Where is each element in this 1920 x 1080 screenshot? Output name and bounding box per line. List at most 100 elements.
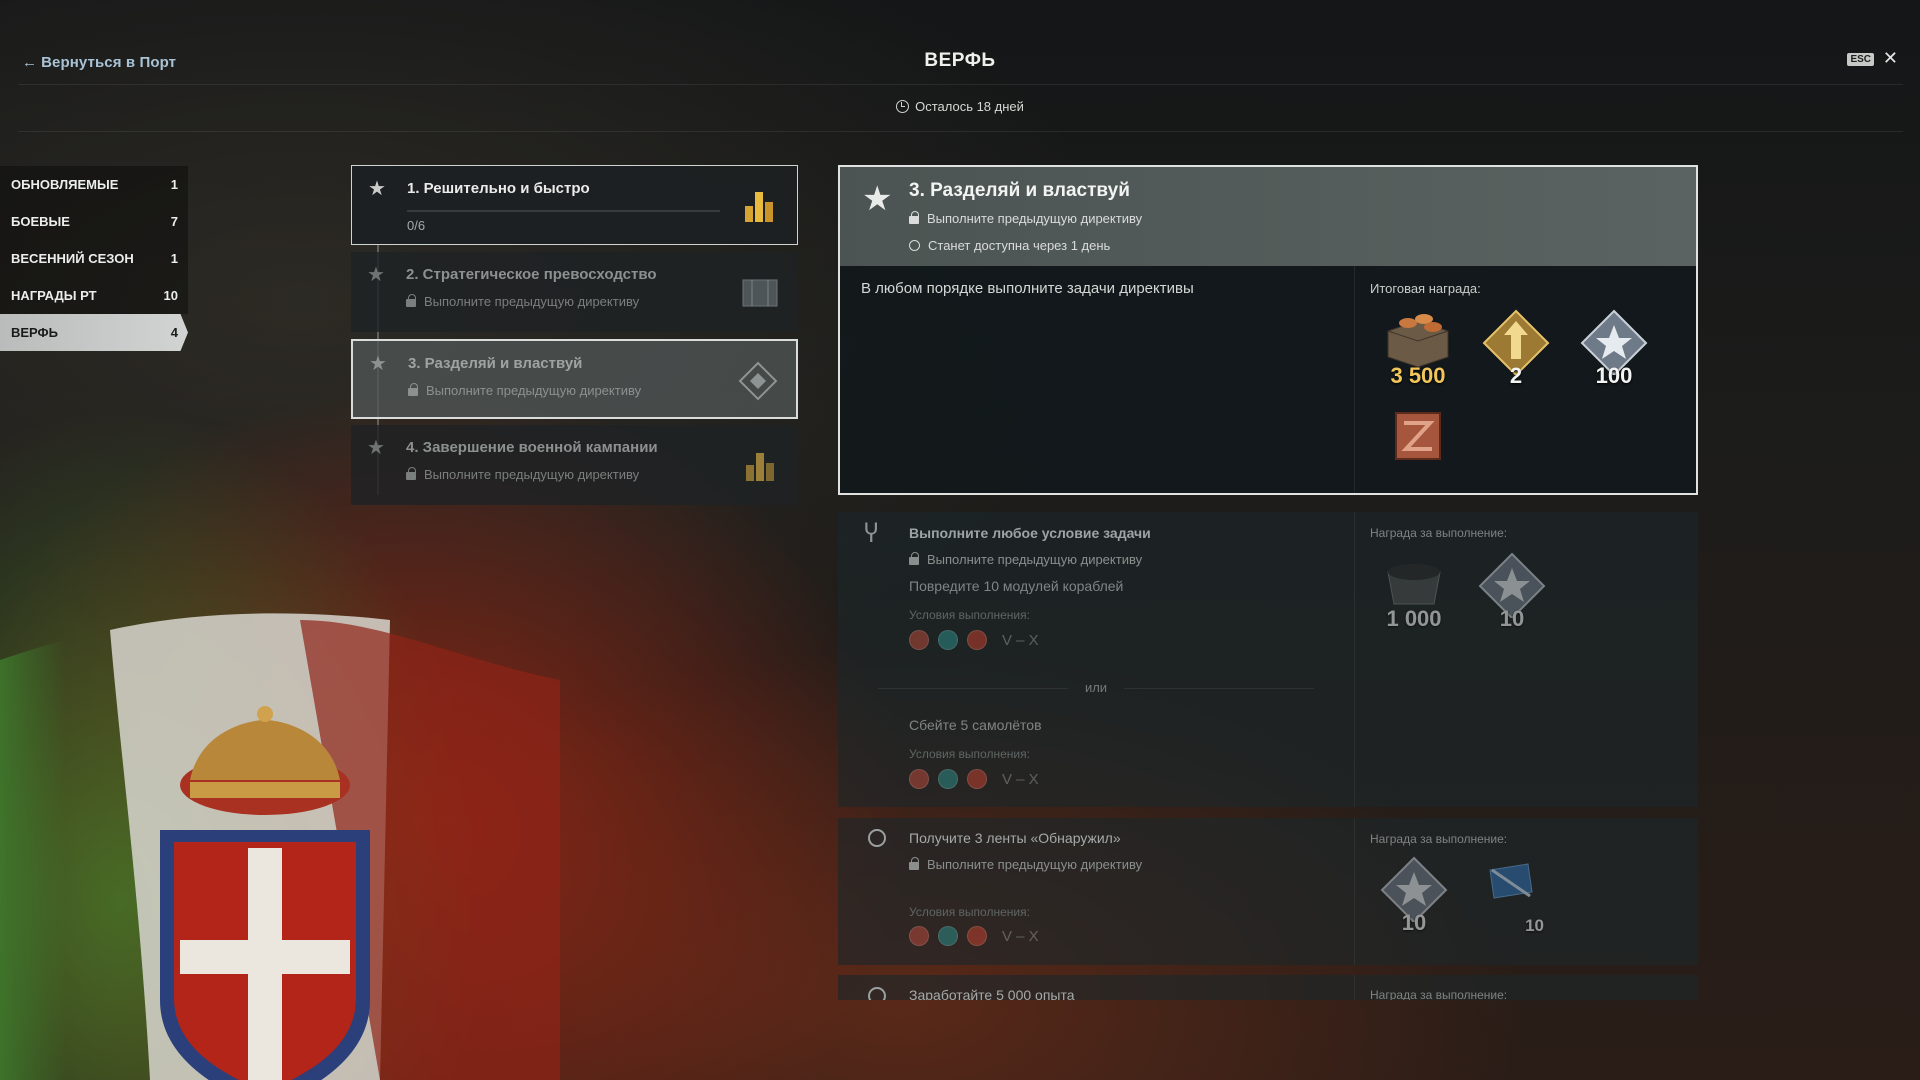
task-tier-range: V – X (1002, 631, 1039, 649)
task-conditions-label: Условия выполнения: (909, 905, 1030, 919)
reward-amount: 1 000 (1386, 606, 1442, 631)
sidebar-item-label: НАГРАДЫ РТ (11, 288, 97, 303)
nation-flag-icon (938, 926, 958, 946)
task-card-earn-experience: Заработайте 5 000 опыта Награда за выпол… (838, 975, 1698, 1000)
reward-amount: 10 (1499, 606, 1525, 631)
task-title: Заработайте 5 000 опыта (909, 987, 1075, 1000)
reward-credits[interactable]: 3 500 (1378, 309, 1458, 389)
star-icon: ★ (367, 437, 385, 459)
sidebar-item-label: ВЕСЕННИЙ СЕЗОН (11, 251, 134, 266)
directive-status-text: Выполните предыдущую директиву (426, 383, 642, 398)
reward-rank-arrows[interactable]: 2 (1476, 309, 1556, 389)
sidebar-item-count: 1 (170, 251, 178, 266)
nation-flag-icon (967, 769, 987, 789)
sidebar-item-shipyard[interactable]: ВЕРФЬ 4 (0, 314, 188, 351)
sidebar-item-updatable[interactable]: ОБНОВЛЯЕМЫЕ 1 (0, 166, 188, 203)
reward-amount: 100 (1595, 363, 1633, 388)
detail-availability-text: Станет доступна через 1 день (928, 238, 1111, 253)
close-icon[interactable]: ✕ (1883, 48, 1898, 69)
credits-crate-icon (1387, 314, 1449, 368)
italian-flag-art (0, 613, 560, 1080)
reward-amount: 3 500 (1390, 363, 1446, 388)
task-option-1: Повредите 10 модулей кораблей (909, 578, 1124, 594)
lock-icon (406, 467, 416, 480)
directive-status: Выполните предыдущую директиву (406, 294, 639, 309)
nation-flag-icon (909, 926, 929, 946)
lock-icon (408, 383, 418, 396)
task-divider (1354, 975, 1355, 1000)
task-nations-row: V – X (909, 769, 1039, 789)
gold-coins-icon (745, 192, 773, 222)
reward-amount: 10 (1401, 910, 1427, 935)
task-nations-row: V – X (909, 926, 1039, 946)
directive-1-card[interactable]: ★ 1. Решительно и быстро 0/6 (351, 165, 798, 245)
detail-availability: Станет доступна через 1 день (909, 238, 1110, 253)
nation-flag-icon (967, 630, 987, 650)
directive-title: 4. Завершение военной кампании (406, 439, 658, 456)
directive-2-card[interactable]: ★ 2. Стратегическое превосходство Выполн… (351, 252, 798, 332)
ship-blueprint-icon (742, 279, 778, 307)
reward-coal[interactable]: 1 000 (1374, 552, 1454, 632)
task-conditions-label: Условия выполнения: (909, 608, 1030, 622)
task-lock-status: Выполните предыдущую директиву (909, 552, 1142, 567)
nation-flag-icon (909, 769, 929, 789)
radio-circle-icon (868, 829, 886, 847)
task-title: Выполните любое условие задачи (909, 525, 1151, 541)
clock-icon (909, 240, 920, 251)
esc-key-badge: ESC (1847, 53, 1874, 66)
directive-status: Выполните предыдущую директиву (408, 383, 641, 398)
task-lock-text: Выполните предыдущую директиву (927, 857, 1143, 872)
directive-progress-bar (407, 210, 720, 212)
task-tier-range: V – X (1002, 770, 1039, 788)
radio-circle-icon (868, 987, 886, 1000)
reward-amount: 10 (1525, 916, 1544, 935)
header-divider (18, 84, 1903, 85)
detail-title: 3. Разделяй и властвуй (909, 180, 1130, 201)
lock-icon (909, 552, 919, 565)
sidebar-item-count: 1 (170, 177, 178, 192)
task-tier-range: V – X (1002, 927, 1039, 945)
reward-silver-star[interactable]: 10 (1472, 552, 1552, 632)
detail-lock-text: Выполните предыдущую директиву (927, 211, 1143, 226)
task-conditions-label: Условия выполнения: (909, 747, 1030, 761)
page-title: ВЕРФЬ (924, 50, 996, 71)
directive-status-text: Выполните предыдущую директиву (424, 294, 640, 309)
task-title: Получите 3 ленты «Обнаружил» (909, 830, 1121, 846)
sidebar-item-label: ВЕРФЬ (11, 325, 58, 340)
directive-title: 3. Разделяй и властвуй (408, 355, 583, 372)
directive-3-card[interactable]: ★ 3. Разделяй и властвуй Выполните преды… (351, 339, 798, 419)
reward-amount: 2 (1509, 363, 1523, 388)
detail-divider (1354, 266, 1355, 493)
star-icon: ★ (368, 178, 386, 200)
time-remaining: Осталось 18 дней (0, 99, 1920, 114)
gold-coins-icon (746, 453, 774, 481)
task-reward-label: Награда за выполнение: (1370, 988, 1508, 1000)
reward-silver-star[interactable]: 100 (1574, 309, 1654, 389)
reward-silver-star[interactable]: 10 (1374, 856, 1454, 936)
sidebar-item-count: 4 (170, 325, 178, 340)
directive-title: 1. Решительно и быстро (407, 180, 590, 197)
task-option-2: Сбейте 5 самолётов (909, 717, 1042, 733)
lock-icon (406, 294, 416, 307)
detail-header: ★ 3. Разделяй и властвуй Выполните преды… (840, 167, 1696, 266)
time-remaining-text: Осталось 18 дней (915, 99, 1024, 114)
directive-progress: 0/6 (407, 218, 426, 233)
star-icon: ★ (862, 180, 893, 218)
reward-signal-flag[interactable]: 10 (1472, 856, 1552, 936)
reward-container[interactable] (1378, 405, 1458, 485)
task-divider (1354, 818, 1355, 965)
sidebar-item-combat[interactable]: БОЕВЫЕ 7 (0, 203, 188, 240)
directive-4-card[interactable]: ★ 4. Завершение военной кампании Выполни… (351, 425, 798, 505)
sidebar-item-label: БОЕВЫЕ (11, 214, 70, 229)
detail-description: В любом порядке выполните задачи директи… (861, 280, 1194, 297)
directive-status-text: Выполните предыдущую директиву (424, 467, 640, 482)
coal-cart-icon (1387, 564, 1441, 605)
nation-flag-icon (967, 926, 987, 946)
task-lock-status: Выполните предыдущую директиву (909, 857, 1142, 872)
supply-container-icon (1395, 412, 1441, 460)
task-reward-label: Награда за выполнение: (1370, 526, 1508, 540)
sidebar-item-spring-season[interactable]: ВЕСЕННИЙ СЕЗОН 1 (0, 240, 188, 277)
sidebar-item-rt-rewards[interactable]: НАГРАДЫ РТ 10 (0, 277, 188, 314)
sidebar-item-label: ОБНОВЛЯЕМЫЕ (11, 177, 119, 192)
task-lock-text: Выполните предыдущую директиву (927, 552, 1143, 567)
